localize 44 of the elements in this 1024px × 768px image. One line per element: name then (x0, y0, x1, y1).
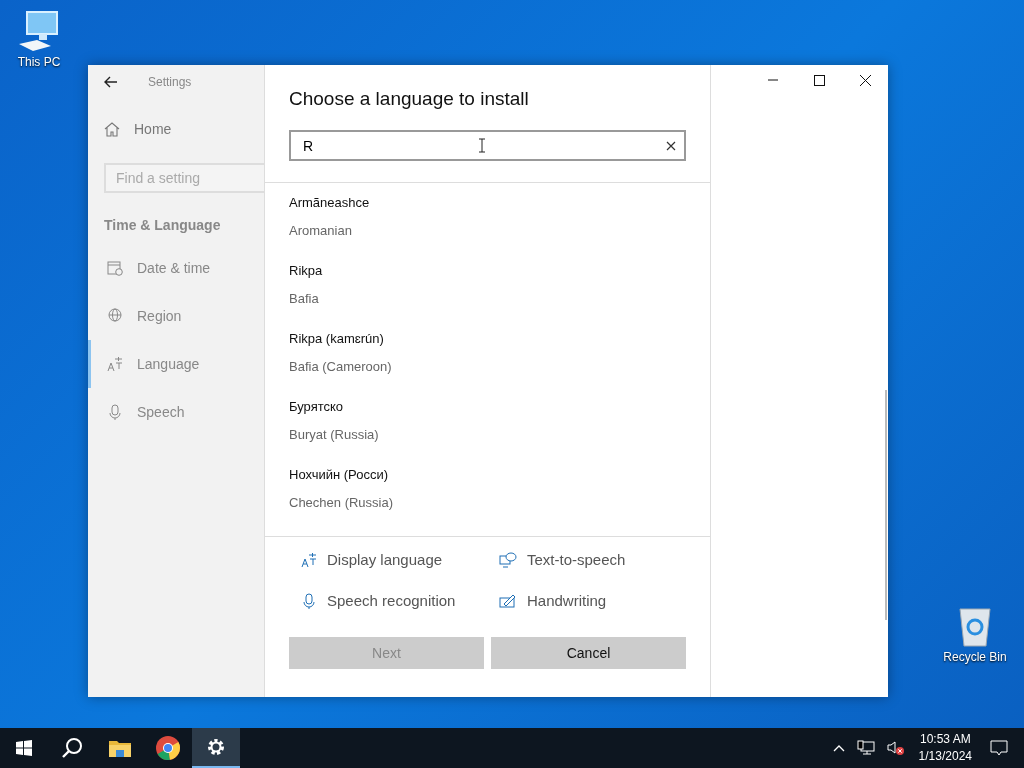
language-option[interactable]: Armãneashce Aromanian (265, 189, 710, 257)
browser-icon (156, 736, 180, 760)
window-title: Settings (148, 75, 192, 89)
language-icon (107, 356, 123, 372)
language-search-field[interactable]: R (289, 130, 686, 161)
feature-label: Handwriting (527, 592, 607, 609)
folder-icon (109, 739, 131, 757)
chevron-up-icon[interactable] (832, 744, 845, 752)
desktop-icon-label[interactable]: Recycle Bin (943, 650, 1007, 664)
scrollbar-thumb[interactable] (885, 390, 887, 620)
home-icon (104, 121, 120, 137)
section-heading: Time & Language (104, 217, 222, 233)
language-option[interactable]: Нохчийн (Росси) Chechen (Russia) (265, 461, 710, 529)
feature-label: Display language (327, 551, 443, 568)
desktop-icon-label[interactable]: This PC (17, 55, 61, 69)
taskbar-button[interactable] (192, 728, 240, 768)
network-icon[interactable] (856, 740, 875, 756)
feature-label: Speech recognition (327, 592, 456, 609)
settings-search-field[interactable]: Find a setting (104, 163, 264, 193)
language-option[interactable]: Rikpa (kamɛrún) Bafia (Cameroon) (265, 325, 710, 393)
computer-icon[interactable] (17, 10, 61, 52)
microphone-icon (107, 404, 123, 420)
language-option[interactable]: Rikpa Bafia (265, 257, 710, 325)
home-link[interactable]: Home (134, 121, 172, 137)
dialog-title: Choose a language to install (289, 88, 530, 110)
clock-time[interactable]: 10:53 AM (919, 731, 971, 748)
clock-date[interactable]: 1/13/2024 (918, 748, 972, 765)
microphone-icon (301, 592, 317, 609)
text-cursor-icon (478, 138, 486, 153)
search-icon (61, 737, 83, 759)
feature-label: Text-to-speech (527, 551, 626, 568)
globe-icon (107, 308, 123, 324)
language-icon (301, 551, 317, 568)
speech-bubble-monitor-icon (499, 551, 517, 568)
language-option[interactable]: Бурятско Buryat (Russia) (265, 393, 710, 461)
back-arrow-icon[interactable] (104, 76, 118, 88)
pen-tablet-icon (499, 593, 517, 608)
dialog-button[interactable]: Cancel (491, 637, 686, 669)
windows-logo-icon (16, 740, 32, 756)
close-icon[interactable] (666, 140, 676, 151)
notification-icon[interactable] (990, 739, 1008, 757)
muted-speaker-icon[interactable] (886, 740, 905, 756)
gear-icon (206, 737, 226, 757)
calendar-icon (107, 260, 123, 276)
